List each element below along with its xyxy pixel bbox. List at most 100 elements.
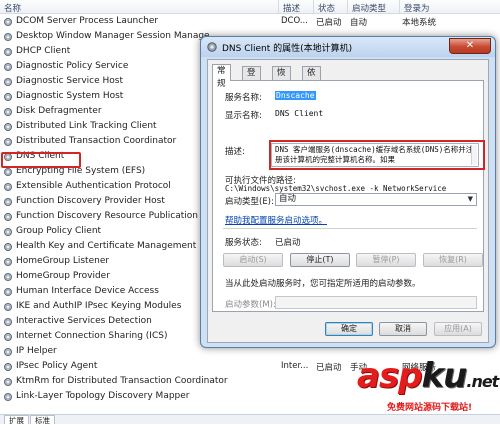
service-gear-icon xyxy=(4,303,12,311)
dns-client-properties-dialog: DNS Client 的属性(本地计算机) ✕ 常规 登录 恢复 依存关系 服务… xyxy=(200,36,496,348)
service-gear-icon xyxy=(4,18,12,26)
column-header-status[interactable]: 状态 xyxy=(318,2,335,14)
service-status: 已启动 xyxy=(316,18,342,28)
column-divider[interactable] xyxy=(399,0,400,14)
service-name: Diagnostic Policy Service xyxy=(16,61,129,71)
service-name: Diagnostic System Host xyxy=(16,91,124,101)
service-gear-icon xyxy=(4,348,12,356)
service-gear-icon xyxy=(4,123,12,131)
service-name-selected-text: Dnscache xyxy=(275,91,316,100)
dialog-titlebar[interactable]: DNS Client 的属性(本地计算机) ✕ xyxy=(201,37,495,57)
tab-extended[interactable]: 扩展 xyxy=(4,415,29,425)
column-divider[interactable] xyxy=(278,0,279,14)
close-button[interactable]: ✕ xyxy=(449,38,491,54)
service-name: Disk Defragmenter xyxy=(16,106,102,116)
column-header-logon-as[interactable]: 登录为 xyxy=(404,2,430,14)
services-list-header: 名称 描述 状态 启动类型 登录为 xyxy=(0,0,500,14)
service-gear-icon xyxy=(4,63,12,71)
column-header-startup-type[interactable]: 启动类型 xyxy=(352,2,386,14)
resume-button[interactable]: 恢复(R) xyxy=(423,253,483,267)
apply-button[interactable]: 应用(A) xyxy=(434,322,482,336)
column-divider[interactable] xyxy=(313,0,314,14)
service-gear-icon xyxy=(4,33,12,41)
service-status-label: 服务状态: xyxy=(225,238,262,248)
service-gear-icon xyxy=(4,363,12,371)
startup-type-value: 自动 xyxy=(279,194,297,204)
display-name-label: 显示名称: xyxy=(225,111,262,121)
service-name: Extensible Authentication Protocol xyxy=(16,181,171,191)
service-gear-icon xyxy=(4,168,12,176)
startup-type-select[interactable]: 自动 ▼ xyxy=(275,193,477,206)
section-divider xyxy=(223,228,477,229)
dns-client-highlight-box xyxy=(1,152,81,168)
service-name: Desktop Window Manager Session Manage xyxy=(16,31,210,41)
dialog-title: DNS Client 的属性(本地计算机) xyxy=(222,44,353,54)
service-name: Interactive Services Detection xyxy=(16,316,152,326)
startup-type-label: 启动类型(E): xyxy=(225,197,274,207)
service-name: DHCP Client xyxy=(16,46,71,56)
service-name: Distributed Transaction Coordinator xyxy=(16,136,177,146)
service-name: Link-Layer Topology Discovery Mapper xyxy=(16,391,190,401)
service-gear-icon xyxy=(4,48,12,56)
service-name: Function Discovery Resource Publication xyxy=(16,211,198,221)
ok-button[interactable]: 确定 xyxy=(325,322,373,336)
tab-dependencies[interactable]: 依存关系 xyxy=(302,66,321,117)
service-name: IKE and AuthIP IPsec Keying Modules xyxy=(16,301,182,311)
service-gear-icon xyxy=(4,273,12,281)
service-name: Distributed Link Tracking Client xyxy=(16,121,157,131)
stop-button[interactable]: 停止(T) xyxy=(290,253,350,267)
start-params-input[interactable] xyxy=(275,296,477,309)
service-name-value[interactable]: Dnscache xyxy=(275,91,316,100)
tab-logon[interactable]: 登录 xyxy=(242,66,261,91)
watermark-logo: aspku.net xyxy=(357,356,499,396)
service-gear-icon xyxy=(4,228,12,236)
service-name-label: 服务名称: xyxy=(225,93,262,103)
service-gear-icon xyxy=(4,213,12,221)
service-name: DCOM Server Process Launcher xyxy=(16,16,159,26)
service-description: Inter... xyxy=(281,361,309,371)
service-gear-icon xyxy=(4,183,12,191)
dialog-footer: 确定 取消 应用(A) xyxy=(208,316,490,340)
service-gear-icon xyxy=(4,378,12,386)
watermark-net: .net xyxy=(466,372,499,391)
service-gear-icon xyxy=(4,78,12,86)
service-logon: 本地系统 xyxy=(402,18,437,28)
service-name: Function Discovery Provider Host xyxy=(16,196,165,206)
tab-general[interactable]: 常规 xyxy=(212,64,231,89)
cancel-button[interactable]: 取消 xyxy=(379,322,427,336)
exe-path-value: C:\Windows\system32\svchost.exe -k Netwo… xyxy=(225,184,447,193)
tab-recovery[interactable]: 恢复 xyxy=(272,66,291,91)
description-label: 描述: xyxy=(225,147,245,157)
column-header-description[interactable]: 描述 xyxy=(283,2,300,14)
service-gear-icon xyxy=(4,333,12,341)
dialog-body: 常规 登录 恢复 依存关系 服务名称: Dnscache 显示名称: DNS C… xyxy=(207,59,489,343)
gear-icon xyxy=(207,42,217,52)
watermark-asp: asp xyxy=(357,356,423,396)
tab-standard[interactable]: 标准 xyxy=(30,415,55,425)
start-params-label: 启动参数(M): xyxy=(225,300,276,310)
column-divider[interactable] xyxy=(347,0,348,14)
description-highlight-box xyxy=(269,140,485,170)
help-configure-link[interactable]: 帮助我配置服务启动选项。 xyxy=(225,214,327,226)
site-watermark: aspku.net 免费网站源码下载站! xyxy=(357,356,499,416)
service-gear-icon xyxy=(4,198,12,206)
service-name: Human Interface Device Access xyxy=(16,286,159,296)
watermark-tagline: 免费网站源码下载站! xyxy=(387,403,473,413)
service-gear-icon xyxy=(4,243,12,251)
column-header-name[interactable]: 名称 xyxy=(4,2,21,14)
service-name: Health Key and Certificate Management xyxy=(16,241,197,251)
service-name: KtmRm for Distributed Transaction Coordi… xyxy=(16,376,228,386)
service-status-value: 已启动 xyxy=(275,238,301,248)
start-button[interactable]: 启动(S) xyxy=(223,253,283,267)
start-params-hint: 当从此处启动服务时，您可指定所适用的启动参数。 xyxy=(225,279,421,289)
service-name: HomeGroup Provider xyxy=(16,271,110,281)
service-gear-icon xyxy=(4,288,12,296)
service-gear-icon xyxy=(4,393,12,401)
pause-button[interactable]: 暂停(P) xyxy=(356,253,416,267)
service-startup-type: 自动 xyxy=(350,18,368,28)
service-gear-icon xyxy=(4,93,12,101)
general-tab-panel: 服务名称: Dnscache 显示名称: DNS Client 描述: DNS … xyxy=(212,80,485,312)
table-row[interactable]: DCOM Server Process Launcher DCO... 已启动 自动 本… xyxy=(0,14,500,29)
chevron-down-icon: ▼ xyxy=(467,195,473,203)
display-name-value[interactable]: DNS Client xyxy=(275,109,323,118)
